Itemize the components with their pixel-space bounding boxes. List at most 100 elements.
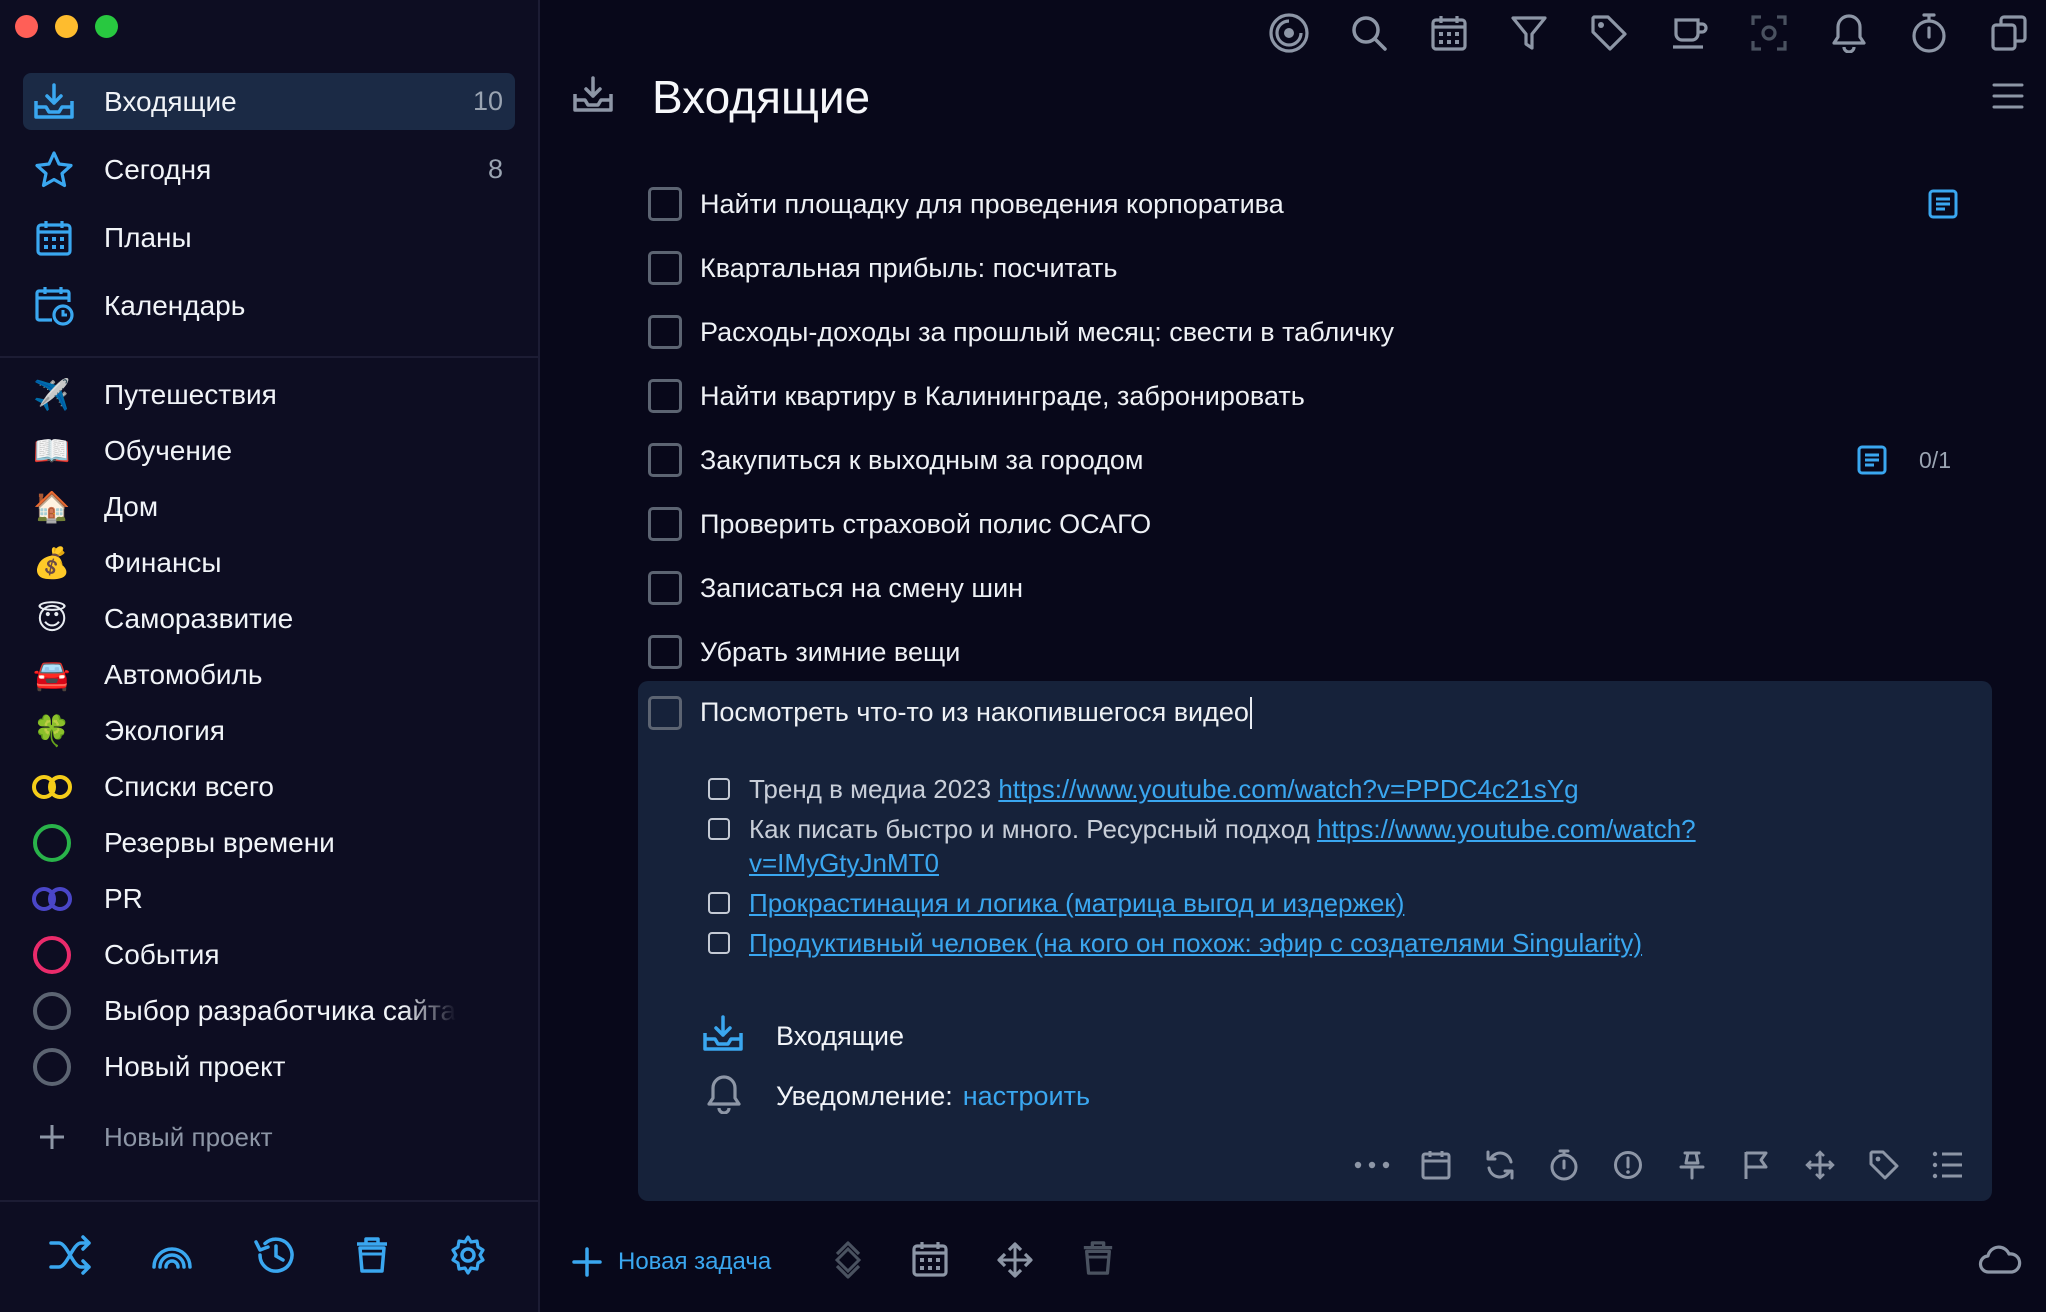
project-item[interactable]: 📖 Обучение [30,423,520,479]
double-ring-icon [30,765,74,809]
history-icon[interactable] [252,1234,296,1281]
project-item[interactable]: Выбор разработчика сайта [30,983,520,1039]
project-item[interactable]: Списки всего [30,759,520,815]
task-row[interactable]: Найти площадку для проведения корпоратив… [648,172,1958,236]
minimize-window-button[interactable] [55,15,78,38]
windows-icon[interactable] [1986,10,2032,56]
tag-icon[interactable] [1586,10,1632,56]
repeat-icon[interactable] [1482,1147,1518,1183]
task-row[interactable]: Записаться на смену шин [648,556,1948,620]
more-icon[interactable] [1354,1147,1390,1183]
task-checkbox[interactable] [648,315,682,349]
task-title: Закупиться к выходным за городом [700,444,1144,475]
item-count: 10 [472,86,503,116]
project-label: Финансы [104,547,222,578]
page-header: Входящие [572,70,870,124]
cloud-sync-icon[interactable] [1978,1245,2022,1280]
rainbow-icon[interactable] [150,1241,194,1274]
task-checkbox[interactable] [648,187,682,221]
project-item[interactable]: 💰 Финансы [30,535,520,591]
bell-icon[interactable] [1826,10,1872,56]
task-row[interactable]: Найти квартиру в Калининграде, заброниро… [648,364,1948,428]
clover-icon: 🍀 [33,714,71,748]
task-row[interactable]: Посмотреть что-то из накопившегося видео [648,681,1948,745]
task-checkbox[interactable] [648,571,682,605]
sort-icon[interactable] [831,1240,865,1285]
project-item[interactable]: 🚘 Автомобиль [30,647,520,703]
task-indicators [1928,189,1958,219]
priority-icon[interactable] [1610,1147,1646,1183]
new-project-button[interactable]: Новый проект [30,1109,520,1165]
calendar-clock-icon [31,283,77,329]
new-task-button[interactable]: Новая задача [572,1247,771,1277]
task-checkbox[interactable] [648,251,682,285]
coffee-icon[interactable] [1666,10,1712,56]
task-actions-toolbar [1354,1147,1966,1183]
task-project-row[interactable]: Входящие [702,1006,1090,1066]
project-item[interactable]: PR [30,871,520,927]
sidebar-item-plans[interactable]: Планы [23,209,515,266]
timer-icon[interactable] [1546,1147,1582,1183]
task-title: Квартальная прибыль: посчитать [700,252,1118,283]
subtask-link[interactable]: https://www.youtube.com/watch? [1317,814,1696,844]
tag-icon[interactable] [1866,1147,1902,1183]
subtask-link-continued[interactable]: v=IMyGtyJnMT0 [749,848,939,878]
project-item[interactable]: 🏠 Дом [30,479,520,535]
project-item[interactable]: 😇 Саморазвитие [30,591,520,647]
task-checkbox[interactable] [648,443,682,477]
sidebar-item-today[interactable]: Сегодня 8 [23,141,515,198]
calendar-icon[interactable] [911,1240,949,1285]
subtask-label: Как писать быстро и много. Ресурсный под… [749,814,1318,844]
zoom-window-button[interactable] [95,15,118,38]
list-menu-icon[interactable] [1992,82,2024,115]
task-row[interactable]: Проверить страховой полис ОСАГО [648,492,1948,556]
task-title-input[interactable]: Посмотреть что-то из накопившегося видео [700,697,1252,730]
pin-icon[interactable] [1674,1147,1710,1183]
screenshot-icon[interactable] [1746,10,1792,56]
search-icon[interactable] [1346,10,1392,56]
trash-icon[interactable] [354,1236,390,1279]
task-checkbox[interactable] [648,635,682,669]
task-checkbox[interactable] [648,379,682,413]
close-window-button[interactable] [15,15,38,38]
task-checkbox[interactable] [648,696,682,730]
focus-icon[interactable] [1266,10,1312,56]
sidebar-item-calendar[interactable]: Календарь [23,277,515,334]
subtask-checkbox[interactable] [708,892,730,914]
task-row[interactable]: Расходы-доходы за прошлый месяц: свести … [648,300,1948,364]
checklist-icon[interactable] [1930,1147,1966,1183]
project-item[interactable]: События [30,927,520,983]
move-icon[interactable] [995,1240,1035,1285]
project-item[interactable]: ✈️ Путешествия [30,367,520,423]
reminder-setup-link[interactable]: настроить [963,1081,1090,1112]
subtask-link[interactable]: Продуктивный человек (на кого он похож: … [749,928,1642,958]
subtask-checkbox[interactable] [708,818,730,840]
project-item[interactable]: Резервы времени [30,815,520,871]
task-row[interactable]: Квартальная прибыль: посчитать [648,236,1948,300]
filter-icon[interactable] [1506,10,1552,56]
text-caret [1249,697,1252,730]
flag-icon[interactable] [1738,1147,1774,1183]
timer-icon[interactable] [1906,10,1952,56]
move-icon[interactable] [1802,1147,1838,1183]
task-row[interactable]: Закупиться к выходным за городом 0/1 [648,428,1951,492]
task-row[interactable]: Убрать зимние вещи [648,620,1948,684]
project-label: Резервы времени [104,827,335,858]
house-icon: 🏠 [33,490,71,524]
task-checkbox[interactable] [648,507,682,541]
subtask-checkbox[interactable] [708,932,730,954]
gear-icon[interactable] [447,1234,489,1281]
subtask-link[interactable]: Прокрастинация и логика (матрица выгод и… [749,888,1404,918]
calendar-icon[interactable] [1426,10,1472,56]
calendar-icon[interactable] [1418,1147,1454,1183]
sidebar-item-inbox[interactable]: Входящие 10 [23,73,515,130]
trash-icon[interactable] [1081,1240,1115,1285]
bottom-actions [831,1240,1115,1285]
shuffle-icon[interactable] [49,1234,93,1280]
sidebar-item-label: Сегодня [104,153,212,185]
project-item[interactable]: 🍀 Экология [30,703,520,759]
project-list: ✈️ Путешествия 📖 Обучение 🏠 Дом 💰 Финанс… [30,367,520,1165]
subtask-link[interactable]: https://www.youtube.com/watch?v=PPDC4c21… [998,774,1578,804]
subtask-checkbox[interactable] [708,778,730,800]
project-item[interactable]: Новый проект [30,1039,520,1095]
